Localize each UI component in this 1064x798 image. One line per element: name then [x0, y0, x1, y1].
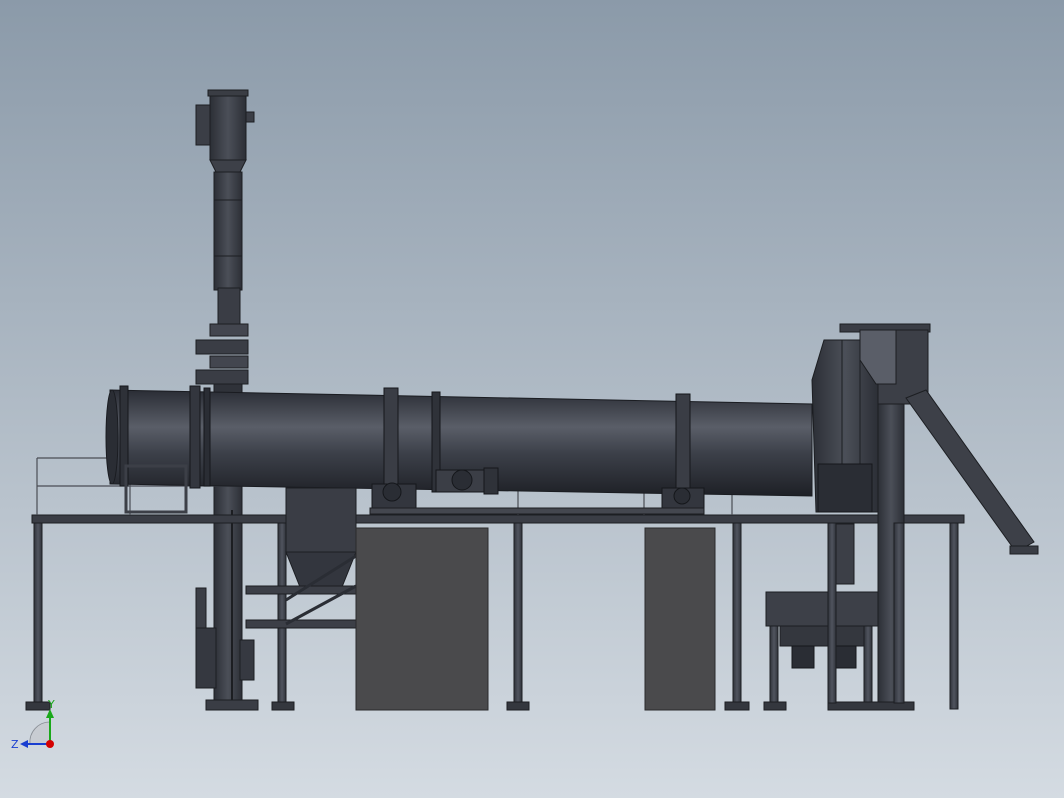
coordinate-triad: Y Z — [11, 698, 55, 751]
cad-model-view[interactable] — [0, 0, 1064, 798]
rotary-drum — [105, 385, 813, 515]
hopper — [245, 487, 357, 629]
triad-plane — [29, 721, 51, 745]
x-axis-point — [46, 740, 54, 748]
z-axis-arrow — [20, 740, 28, 748]
z-axis-label: Z — [11, 738, 19, 751]
control-cabinet-left — [355, 527, 489, 711]
control-cabinet-right — [644, 527, 716, 711]
y-axis-label: Y — [47, 698, 55, 711]
graphics-viewport[interactable]: Y Z — [0, 0, 1064, 798]
